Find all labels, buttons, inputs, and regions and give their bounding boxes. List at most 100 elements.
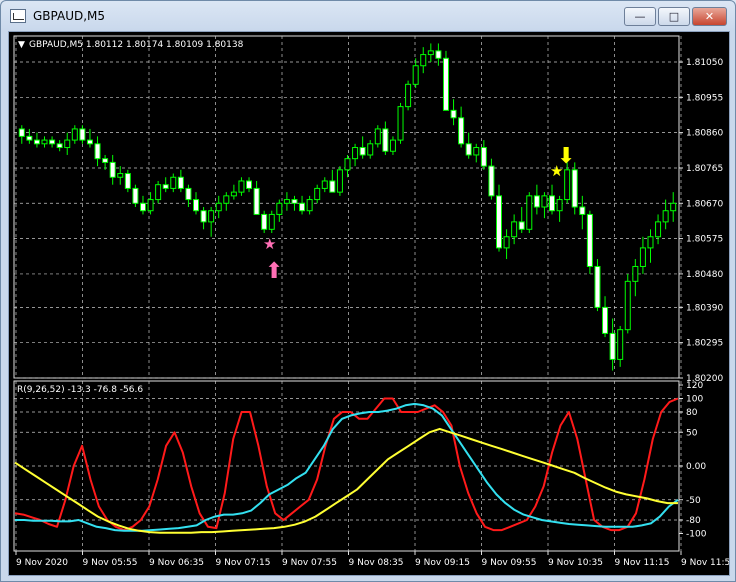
candle-body [124,173,131,189]
price-label: 1.80575 [686,235,723,245]
price-label: 1.80295 [686,339,723,349]
candle-body [268,213,275,230]
indicator-cyan-line [15,402,679,532]
close-button[interactable]: ✕ [692,7,727,26]
buy-star-icon: ★ [263,235,276,253]
indicator-axis: 120 100 80 50 0.00 -50 -80 -100 [679,381,707,540]
candle-body [170,176,177,189]
price-label: 1.81050 [686,58,723,68]
main-pane-border [13,35,680,379]
time-label: 9 Nov 09:15 [415,558,470,568]
time-label: 9 Nov 08:35 [349,558,404,568]
candle-body [405,83,412,108]
candle-body [261,213,268,230]
time-label: 9 Nov 05:55 [83,558,138,568]
price-label: 1.80480 [686,270,723,280]
candle-body [518,221,525,230]
chart-area[interactable]: ▼ GBPAUD,M5 1.80112 1.80174 1.80109 1.80… [8,31,730,576]
candle-body [617,329,624,360]
sell-arrow-icon: ⬇ [557,144,575,169]
time-label: 9 Nov 06:35 [149,558,204,568]
candle-body [185,187,192,201]
candle-body [344,158,351,171]
indicator-scale-label: -50 [686,496,701,506]
candle-body [132,187,139,204]
candle-body [253,187,260,215]
time-label: 9 Nov 11:55 [681,558,729,568]
candle-body [602,306,609,334]
candle-body [117,173,124,178]
indicator-scale-label: 120 [686,381,703,391]
candle-body [594,265,601,308]
candle-body [86,139,93,145]
symbol-dropdown-icon[interactable]: ▼ [18,40,25,50]
candle-body [397,106,404,141]
indicator-scale-label: 0.00 [686,462,706,472]
candle-body [336,169,343,193]
candle-body [579,206,586,215]
price-axis: 1.81050 1.80955 1.80860 1.80765 1.80670 1.805… [679,58,723,384]
candle-body [246,180,253,189]
price-chart-svg[interactable]: ▼ GBPAUD,M5 1.80112 1.80174 1.80109 1.80… [9,32,729,575]
indicator-scale-label: -80 [686,516,701,526]
title-bar[interactable]: GBPAUD,M5 — □ ✕ [1,1,735,31]
candle-body [427,50,434,56]
price-label: 1.80390 [686,303,723,313]
candle-body [435,50,442,59]
candle-body [109,161,116,178]
candle-body [329,180,336,193]
time-label: 9 Nov 07:15 [216,558,271,568]
time-label: 9 Nov 2020 [16,558,68,568]
candle-body [465,143,472,156]
candle-body [382,128,389,152]
candle-body [283,199,290,204]
candle-body [306,199,313,212]
candle-body [511,221,518,238]
candle-body [420,54,427,67]
candle-body [155,184,162,201]
candle-body [208,210,215,223]
candle-body [215,202,222,212]
candle-body [177,176,184,189]
candle-body [564,169,571,201]
candle-body [193,199,200,212]
candle-body [314,187,321,201]
candle-body [670,202,677,212]
candle-body [609,332,616,360]
candle-body [495,195,502,249]
candle-body [79,128,86,141]
candle-body [549,195,556,212]
candle-body [71,128,78,141]
time-label: 9 Nov 10:35 [548,558,603,568]
candle-body [139,202,146,212]
candle-body [639,247,646,267]
candle-body [200,210,207,223]
candle-body [162,184,169,189]
indicator-scale-label: -100 [686,530,707,540]
candle-body [541,195,548,208]
candle-body [41,139,48,145]
candle-body [147,199,154,212]
candle-body [223,195,230,204]
indicator-scale-label: 100 [686,395,703,405]
candle-body [571,169,578,208]
candle-body [647,236,654,249]
candle-body [26,135,33,141]
minimize-button[interactable]: — [624,7,656,26]
chart-window: GBPAUD,M5 — □ ✕ ▼ GBPAUD,M5 1.80112 1.80… [0,0,736,582]
maximize-button[interactable]: □ [658,7,690,26]
candle-body [359,147,366,156]
time-axis: 9 Nov 2020 9 Nov 05:55 9 Nov 06:35 9 Nov 07… [15,551,729,568]
candle-body [276,202,283,215]
price-label: 1.80860 [686,129,723,139]
time-label: 9 Nov 07:55 [282,558,337,568]
candle-body [238,180,245,193]
price-label: 1.80955 [686,93,723,103]
candle-body [488,165,495,197]
chart-header: GBPAUD,M5 1.80112 1.80174 1.80109 1.8013… [29,40,244,50]
candle-body [230,191,237,197]
candles-group [18,43,677,371]
candle-body [442,57,449,111]
candle-body [299,202,306,212]
candle-body [18,128,25,137]
